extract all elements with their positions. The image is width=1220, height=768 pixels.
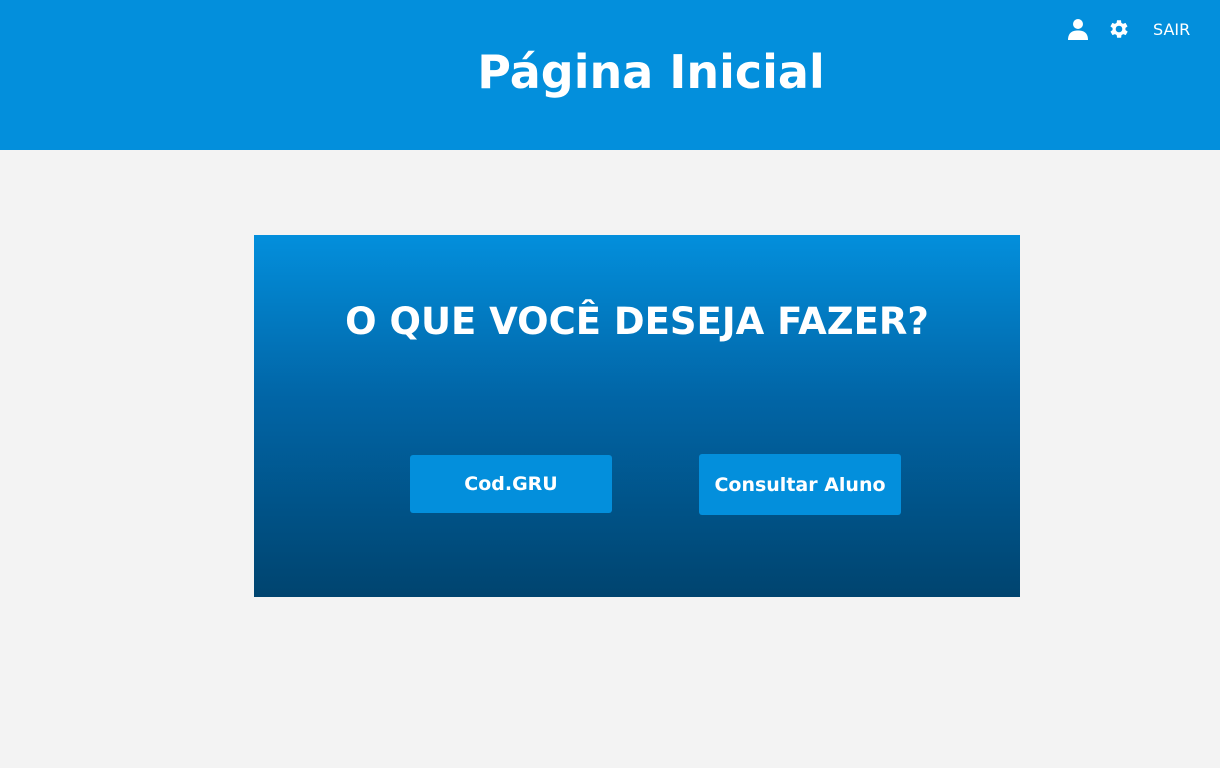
- page-title: Página Inicial: [477, 45, 825, 99]
- panel-heading: O QUE VOCÊ DESEJA FAZER?: [345, 300, 929, 343]
- cod-gru-button[interactable]: Cod.GRU: [410, 455, 612, 513]
- consultar-aluno-button[interactable]: Consultar Aluno: [699, 454, 901, 515]
- user-icon[interactable]: [1066, 17, 1090, 41]
- gear-icon[interactable]: [1106, 17, 1130, 41]
- app-header: Página Inicial SAIR: [0, 0, 1220, 150]
- logout-link[interactable]: SAIR: [1153, 18, 1190, 42]
- action-panel: O QUE VOCÊ DESEJA FAZER? Cod.GRU Consult…: [254, 235, 1020, 597]
